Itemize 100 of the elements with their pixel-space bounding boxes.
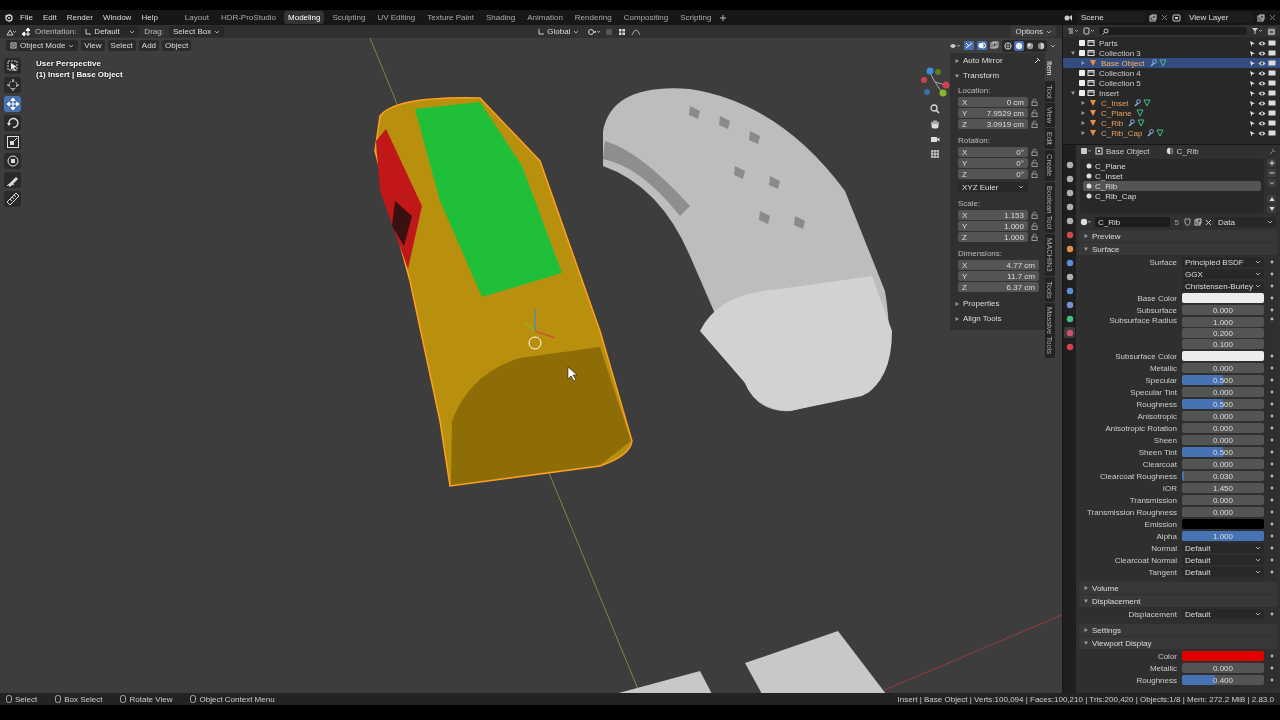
checkbox[interactable] <box>1079 50 1085 56</box>
options-dropdown[interactable]: Options <box>1011 26 1056 37</box>
color-swatch[interactable] <box>1182 519 1264 529</box>
zoom-icon[interactable] <box>930 104 940 114</box>
panel-header[interactable]: Settings <box>1092 625 1121 635</box>
expand-arrow-icon[interactable] <box>1083 233 1089 239</box>
slider[interactable]: 1.000 <box>1182 531 1264 541</box>
number-field[interactable]: 0.000 <box>1182 305 1264 315</box>
menu-item[interactable]: Help <box>138 13 161 22</box>
checkbox[interactable] <box>1079 40 1085 46</box>
rotation-mode-dropdown[interactable]: XYZ Euler <box>958 182 1028 192</box>
lock-icon[interactable] <box>1031 211 1039 219</box>
tool-button[interactable] <box>4 58 21 74</box>
lock-icon[interactable] <box>1031 109 1039 117</box>
overlay-toggle-icon[interactable] <box>977 41 987 50</box>
number-field[interactable]: 1.000 <box>1182 317 1264 327</box>
expand-arrow-icon[interactable] <box>954 315 960 322</box>
dropdown[interactable]: Default <box>1182 567 1264 577</box>
number-field[interactable]: Z 3.0919 cm <box>958 119 1028 129</box>
number-field[interactable]: Y 7.9529 cm <box>958 108 1028 118</box>
tool-button[interactable] <box>4 172 21 188</box>
grid-icon[interactable] <box>618 27 627 36</box>
workspace-tab[interactable]: Compositing <box>619 11 673 24</box>
number-field[interactable]: 1.450 <box>1182 483 1264 493</box>
menu-item[interactable]: File <box>17 13 36 22</box>
display-mode-icon[interactable] <box>1067 27 1079 35</box>
outliner-row[interactable]: C_Inset <box>1063 98 1280 108</box>
dropdown[interactable]: GGX <box>1182 269 1264 279</box>
checkbox[interactable] <box>1079 90 1085 96</box>
outliner-row[interactable]: Insert <box>1063 88 1280 98</box>
grid-icon[interactable] <box>930 149 940 159</box>
workspace-tab[interactable]: Shading <box>481 11 520 24</box>
eye-icon[interactable] <box>1258 99 1266 107</box>
expand-arrow-icon[interactable] <box>954 300 960 307</box>
tool-button[interactable] <box>4 96 21 112</box>
menu-item[interactable]: Render <box>63 13 96 22</box>
orientation-dropdown[interactable]: Default <box>81 26 140 37</box>
menu-item[interactable]: Edit <box>39 13 60 22</box>
move-up-button[interactable] <box>1267 195 1276 203</box>
visibility-icon[interactable] <box>949 41 961 50</box>
panel-header[interactable]: Auto Mirror <box>963 56 1031 65</box>
shading-button[interactable] <box>1014 40 1024 51</box>
xray-icon[interactable] <box>990 41 999 50</box>
color-swatch[interactable] <box>1182 351 1264 361</box>
expand-arrow-icon[interactable] <box>954 57 960 64</box>
viewport-menu[interactable]: Select <box>107 40 136 51</box>
number-field[interactable]: X 1.153 <box>958 210 1028 220</box>
hand-icon[interactable] <box>930 119 940 129</box>
number-field[interactable]: 0.000 <box>1182 423 1264 433</box>
workspace-tab[interactable]: Scripting <box>676 11 716 24</box>
workspace-tab[interactable]: UV Editing <box>373 11 420 24</box>
expand-arrow-icon[interactable] <box>1083 585 1089 591</box>
outliner-row[interactable]: C_Rib_Cap <box>1063 128 1280 138</box>
move-down-button[interactable] <box>1267 205 1276 213</box>
collapse-arrow-icon[interactable] <box>1083 246 1089 252</box>
number-field[interactable]: Z 0° <box>958 169 1028 179</box>
number-field[interactable]: 0.000 <box>1182 411 1264 421</box>
eye-icon[interactable] <box>1258 79 1266 87</box>
mesh-drawing[interactable] <box>603 88 892 412</box>
tool-button[interactable] <box>4 191 21 207</box>
eye-icon[interactable] <box>1258 59 1266 67</box>
outliner-row[interactable]: Collection 5 <box>1063 78 1280 88</box>
menu-item[interactable]: Window <box>99 13 135 22</box>
dropdown[interactable]: Principled BSDF <box>1182 257 1264 267</box>
add-slot-button[interactable] <box>1267 159 1276 167</box>
tool-settings-icon[interactable] <box>6 27 16 36</box>
number-field[interactable]: X 0° <box>958 147 1028 157</box>
eye-icon[interactable] <box>1258 129 1266 137</box>
panel-header[interactable]: Viewport Display <box>1092 638 1152 648</box>
shading-button[interactable] <box>1036 40 1046 51</box>
slider[interactable]: 0.500 <box>1182 447 1264 457</box>
lock-icon[interactable] <box>1031 159 1039 167</box>
number-field[interactable]: 0.000 <box>1182 495 1264 505</box>
specials-button[interactable] <box>1267 179 1276 187</box>
shading-button[interactable] <box>1025 40 1035 51</box>
filter-dropdown-icon[interactable] <box>1083 27 1095 35</box>
filter-icon[interactable] <box>1251 27 1263 35</box>
workspace-tab[interactable]: Sculpting <box>328 11 370 24</box>
transform-orientation-dropdown[interactable]: Global <box>534 26 584 37</box>
panel-header[interactable]: Preview <box>1092 231 1121 241</box>
dropdown[interactable]: Default <box>1182 543 1264 553</box>
slider[interactable]: 0.500 <box>1182 375 1264 385</box>
number-field[interactable]: Y 1.000 <box>958 221 1028 231</box>
tool-button[interactable] <box>4 153 21 169</box>
tool-button[interactable] <box>4 77 21 93</box>
collapse-arrow-icon[interactable] <box>1070 50 1076 56</box>
shield-icon[interactable] <box>1184 218 1191 226</box>
eye-icon[interactable] <box>1258 109 1266 117</box>
number-field[interactable]: Z 1.000 <box>958 232 1028 242</box>
close-icon[interactable] <box>1205 218 1212 226</box>
number-field[interactable]: 0.000 <box>1182 363 1264 373</box>
panel-header[interactable]: Surface <box>1092 244 1120 254</box>
dropdown[interactable]: Default <box>1182 609 1264 619</box>
lock-icon[interactable] <box>1031 120 1039 128</box>
remove-slot-button[interactable] <box>1267 169 1276 177</box>
lock-icon[interactable] <box>1031 148 1039 156</box>
color-swatch[interactable] <box>1182 293 1264 303</box>
panel-header[interactable]: Displacement <box>1092 596 1141 606</box>
eye-icon[interactable] <box>1258 69 1266 77</box>
material-name-field[interactable]: C_Rib <box>1095 217 1170 227</box>
